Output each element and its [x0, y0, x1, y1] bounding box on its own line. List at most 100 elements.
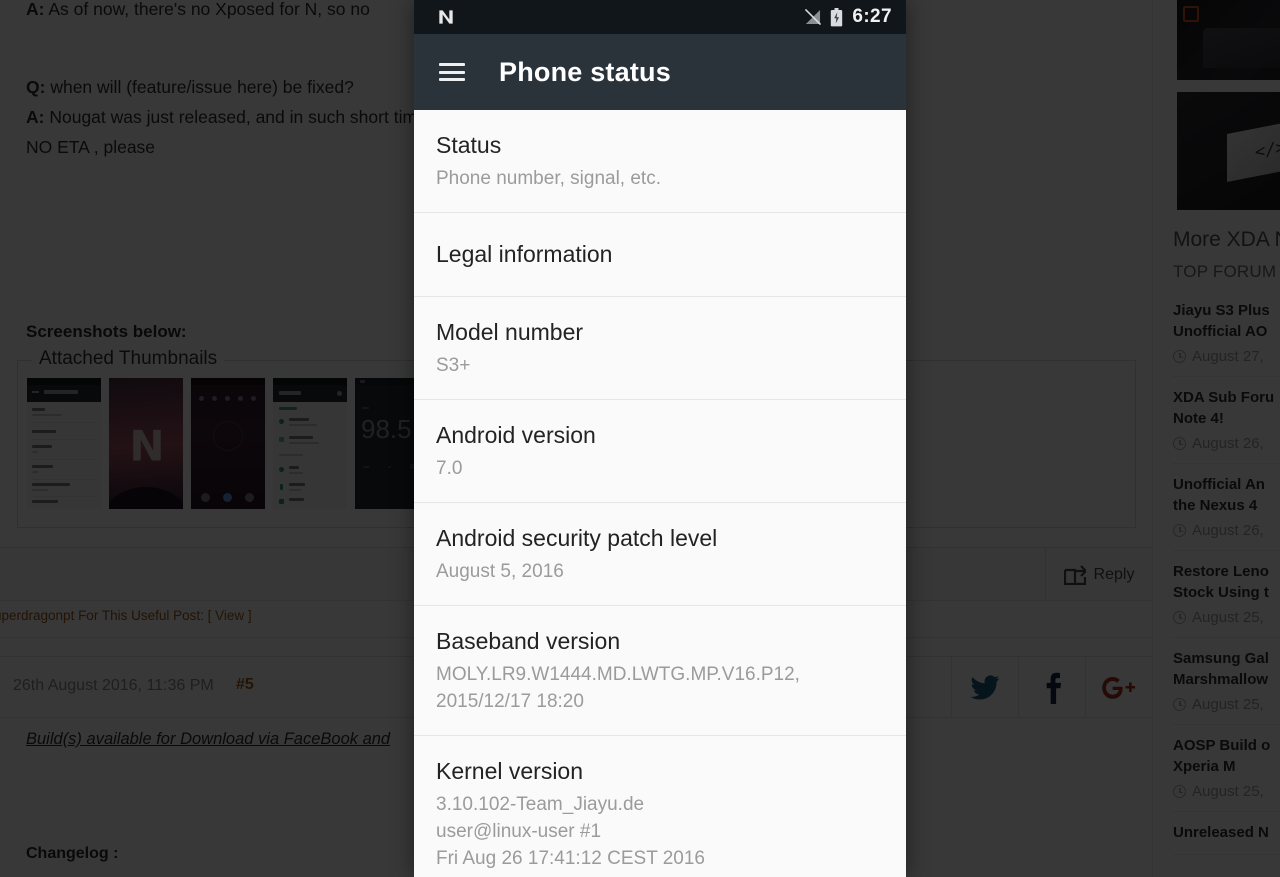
screen-root: A: As of now, there's no Xposed for N, s…	[0, 0, 1280, 877]
sidebar-title: More XDA N	[1173, 228, 1280, 251]
google-plus-share-button[interactable]	[1085, 657, 1152, 718]
sidebar-article-title-line2: Unofficial AO	[1173, 323, 1268, 340]
list-item-android-security-patch-level[interactable]: Android security patch level August 5, 2…	[414, 503, 906, 606]
sidebar-article-item[interactable]: XDA Sub Foru Note 4! August 26,	[1173, 377, 1280, 464]
list-item-subtitle: August 5, 2016	[436, 561, 564, 582]
sidebar-article-date: August 26,	[1173, 435, 1280, 452]
phone-status-list: Status Phone number, signal, etc. Legal …	[414, 110, 906, 877]
list-item-kernel-version[interactable]: Kernel version 3.10.102-Team_Jiayu.de us…	[414, 736, 906, 877]
sidebar-article-title-line1: Samsung Gal	[1173, 650, 1269, 667]
attached-thumbnails-legend: Attached Thumbnails	[32, 348, 225, 370]
faq-label: A:	[26, 107, 45, 127]
thanks-view-link[interactable]: [ View ]	[208, 608, 252, 623]
sidebar-article-item[interactable]: Restore Leno Stock Using t August 25,	[1173, 551, 1280, 638]
list-item-title: Legal information	[436, 241, 613, 267]
clock-icon	[1173, 350, 1186, 363]
list-item-android-version[interactable]: Android version 7.0	[414, 400, 906, 503]
sidebar-article-date-text: August 26,	[1192, 435, 1264, 452]
sidebar-hero-image-1[interactable]	[1177, 0, 1280, 80]
share-arrow-icon	[1063, 564, 1086, 585]
app-bar-title: Phone status	[499, 56, 671, 87]
post-number-link[interactable]: #5	[236, 676, 254, 694]
social-share-row	[951, 657, 1152, 718]
reply-button[interactable]: Reply	[1045, 548, 1152, 601]
faq-label: Q:	[26, 77, 46, 97]
list-item-subtitle: Phone number, signal, etc.	[436, 168, 661, 189]
faq-text: NO ETA , please	[26, 137, 156, 157]
fm-frequency-label: 98.5	[361, 414, 412, 444]
clock-icon	[1173, 785, 1186, 798]
thumbnail-strip: N 98.5	[27, 378, 429, 509]
facebook-icon	[1046, 672, 1062, 704]
thumbnail-phone-status[interactable]	[27, 378, 101, 509]
thumbnail-settings-toggles[interactable]	[273, 378, 347, 509]
faq-label: A:	[26, 0, 45, 19]
sidebar-article-title-line2: the Nexus 4	[1173, 497, 1258, 514]
clock-icon	[1173, 437, 1186, 450]
sidebar-article-title-line2: Note 4!	[1173, 410, 1224, 427]
sidebar-article-date-text: August 25,	[1192, 783, 1264, 800]
changelog-heading: Changelog :	[26, 845, 119, 862]
faq-text: Nougat was just released, and in such sh…	[49, 107, 418, 127]
sidebar-article-title-line2: Stock Using t	[1173, 584, 1269, 601]
hamburger-menu-icon[interactable]	[439, 63, 465, 81]
status-bar-icons: 6:27	[804, 0, 892, 34]
android-nougat-logo-icon	[439, 10, 453, 24]
sidebar-article-date: August 27,	[1173, 348, 1280, 365]
list-item-subtitle: 3.10.102-Team_Jiayu.de user@linux-user #…	[436, 794, 705, 869]
sidebar-article-date: August 25,	[1173, 783, 1280, 800]
sidebar-article-item[interactable]: Jiayu S3 Plus Unofficial AO August 27,	[1173, 290, 1280, 377]
clock-icon	[1173, 698, 1186, 711]
sidebar-article-item[interactable]: Samsung Gal Marshmallow August 25,	[1173, 638, 1280, 725]
list-item-subtitle: 7.0	[436, 458, 463, 479]
sidebar-article-date: August 26,	[1173, 522, 1280, 539]
sidebar-article-date: August 25,	[1173, 696, 1280, 713]
faq-text: when will (feature/issue here) be fixed?	[50, 77, 354, 97]
sidebar-article-title-line2: Marshmallow	[1173, 671, 1269, 688]
sidebar-article-list: Jiayu S3 Plus Unofficial AO August 27, X…	[1173, 290, 1280, 855]
sidebar-article-date-text: August 26,	[1192, 522, 1264, 539]
thanks-text: uperdragonpt For This Useful Post:	[0, 608, 204, 623]
nougat-n-glyph: N	[129, 421, 164, 471]
twitter-icon	[970, 674, 1000, 700]
sidebar-article-item[interactable]: AOSP Build o Xperia M August 25,	[1173, 725, 1280, 812]
sidebar-article-title-line1: Restore Leno	[1173, 563, 1269, 580]
phone-screenshot-dialog: 6:27 Phone status Status Phone number, s…	[414, 0, 906, 877]
sidebar-article-title-line2: Xperia M	[1173, 758, 1236, 775]
list-item-title: Kernel version	[436, 758, 584, 784]
list-item-title: Model number	[436, 319, 584, 345]
sidebar-article-date: August 25,	[1173, 609, 1280, 626]
list-item-legal-information[interactable]: Legal information	[414, 213, 906, 297]
xda-badge-icon	[1183, 6, 1199, 22]
thumbnail-dark-homescreen[interactable]	[191, 378, 265, 509]
google-plus-icon	[1102, 676, 1136, 699]
download-link[interactable]: Build(s) available for Download via Face…	[26, 730, 390, 749]
list-item-model-number[interactable]: Model number S3+	[414, 297, 906, 400]
thumbnail-nougat-wallpaper[interactable]: N	[109, 378, 183, 509]
list-item-title: Status	[436, 132, 502, 158]
sidebar-article-item[interactable]: Unofficial An the Nexus 4 August 26,	[1173, 464, 1280, 551]
sidebar-article-date-text: August 25,	[1192, 696, 1264, 713]
sidebar-subtitle: TOP FORUM	[1173, 262, 1277, 281]
sidebar-article-item[interactable]: Unreleased N	[1173, 812, 1280, 855]
battery-charging-icon	[831, 7, 843, 26]
list-item-baseband-version[interactable]: Baseband version MOLY.LR9.W1444.MD.LWTG.…	[414, 606, 906, 736]
android-status-bar: 6:27	[414, 0, 906, 34]
faq-text: As of now, there's no Xposed for N, so n…	[48, 0, 370, 19]
list-item-subtitle: S3+	[436, 355, 471, 376]
list-item-title: Baseband version	[436, 628, 621, 654]
list-item-title: Android version	[436, 422, 596, 448]
list-item-title: Android security patch level	[436, 525, 718, 551]
clock-icon	[1173, 524, 1186, 537]
post-date: 26th August 2016, 11:36 PM	[13, 677, 214, 694]
no-signal-icon	[805, 9, 822, 25]
list-item-subtitle: MOLY.LR9.W1444.MD.LWTG.MP.V16.P12, 2015/…	[436, 664, 800, 712]
sidebar-article-date-text: August 27,	[1192, 348, 1264, 365]
app-bar: Phone status	[414, 34, 906, 110]
list-item-status[interactable]: Status Phone number, signal, etc.	[414, 110, 906, 213]
sidebar-article-title-line1: Jiayu S3 Plus	[1173, 302, 1270, 319]
twitter-share-button[interactable]	[951, 657, 1018, 718]
facebook-share-button[interactable]	[1018, 657, 1085, 718]
sidebar: </> More XDA N TOP FORUM Jiayu S3 Plus U…	[1152, 0, 1280, 877]
sidebar-hero-image-2[interactable]: </>	[1177, 92, 1280, 210]
